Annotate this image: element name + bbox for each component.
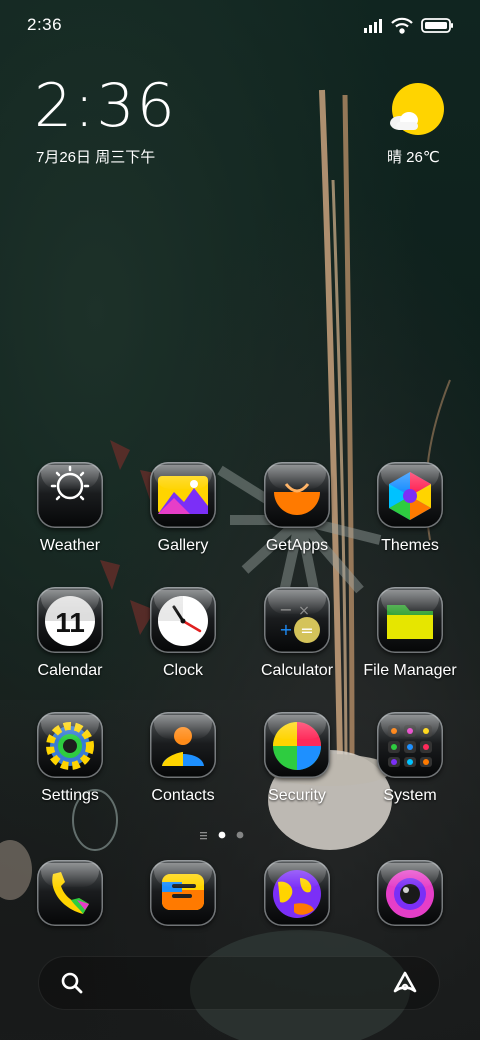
themes-icon xyxy=(377,462,443,528)
app-label: Themes xyxy=(381,537,439,554)
app-contacts[interactable]: Contacts xyxy=(127,712,239,805)
app-calculator[interactable]: − × + = Calculator xyxy=(241,587,353,680)
dock-messages[interactable] xyxy=(127,860,239,926)
app-clock[interactable]: Clock xyxy=(127,587,239,680)
browser-icon xyxy=(264,860,330,926)
assistant-icon[interactable] xyxy=(392,970,418,996)
app-label: Security xyxy=(268,787,326,804)
phone-icon xyxy=(37,860,103,926)
clock-icon xyxy=(150,587,216,653)
file-manager-icon xyxy=(377,587,443,653)
page-indicator[interactable] xyxy=(200,829,250,841)
app-label: Calendar xyxy=(37,662,103,679)
app-getapps[interactable]: GetApps xyxy=(241,462,353,555)
status-time: 2:36 xyxy=(27,15,63,34)
app-security[interactable]: Security xyxy=(241,712,353,805)
app-label: System xyxy=(383,787,437,804)
weather-icon xyxy=(37,462,103,528)
app-label: Gallery xyxy=(157,537,209,554)
security-icon xyxy=(264,712,330,778)
status-icons xyxy=(364,14,454,41)
app-calendar[interactable]: 11 Calendar xyxy=(14,587,126,680)
app-label: Contacts xyxy=(151,787,215,804)
app-gallery[interactable]: Gallery xyxy=(127,462,239,555)
status-bar: 2:36 xyxy=(0,0,480,50)
messages-icon xyxy=(150,860,216,926)
battery-icon xyxy=(421,18,453,33)
calculator-icon: − × + = xyxy=(264,587,330,653)
system-folder-icon xyxy=(377,712,443,778)
app-label: Calculator xyxy=(260,662,334,679)
app-themes[interactable]: Themes xyxy=(354,462,466,555)
weather-widget-text: 晴 26℃ xyxy=(387,149,440,166)
calendar-icon: 11 xyxy=(37,587,103,653)
clock-widget-time[interactable]: 2:36 xyxy=(34,76,177,136)
gallery-icon xyxy=(150,462,216,528)
sun-cloud-icon xyxy=(390,83,444,135)
app-label: File Manager xyxy=(363,662,457,679)
weather-widget[interactable] xyxy=(382,82,462,147)
app-label: GetApps xyxy=(265,537,329,554)
getapps-icon xyxy=(264,462,330,528)
page-dot-active xyxy=(218,831,226,839)
wifi-icon xyxy=(391,17,413,34)
settings-icon xyxy=(37,712,103,778)
search-bar[interactable] xyxy=(38,956,440,1010)
svg-text:=: = xyxy=(300,621,313,640)
page-dot xyxy=(236,831,244,839)
signal-icon xyxy=(364,19,382,33)
app-system-folder[interactable]: System xyxy=(354,712,466,805)
app-file-manager[interactable]: File Manager xyxy=(354,587,466,680)
svg-text:+: + xyxy=(279,620,292,639)
dock-phone[interactable] xyxy=(14,860,126,926)
dock-camera[interactable] xyxy=(354,860,466,926)
clock-widget-date[interactable]: 7月26日 周三下午 xyxy=(36,146,155,167)
home-feed-indicator-icon xyxy=(200,832,207,840)
app-label: Weather xyxy=(39,537,101,554)
app-label: Settings xyxy=(41,787,99,804)
app-settings[interactable]: Settings xyxy=(14,712,126,805)
contacts-icon xyxy=(150,712,216,778)
search-icon[interactable] xyxy=(60,971,84,995)
app-label: Clock xyxy=(162,662,203,679)
app-weather[interactable]: Weather xyxy=(14,462,126,555)
dock-browser[interactable] xyxy=(241,860,353,926)
camera-icon xyxy=(377,860,443,926)
